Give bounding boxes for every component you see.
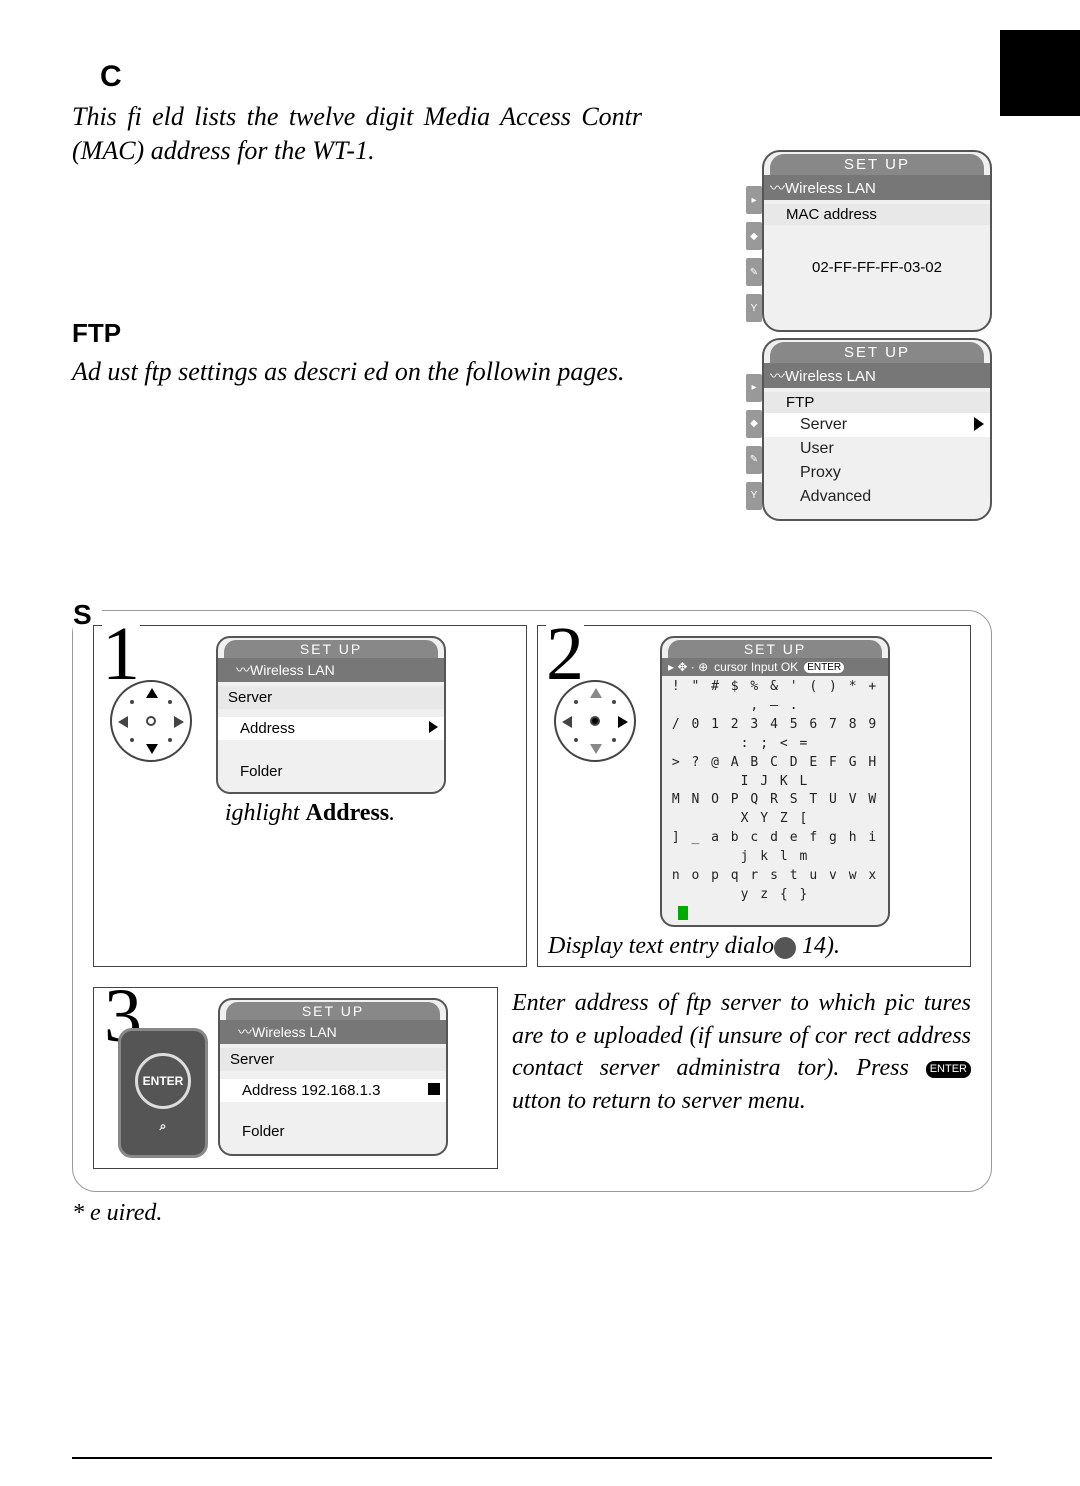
step-1-number: 1 [102, 616, 140, 692]
step1-row-address[interactable]: Address [218, 717, 444, 740]
step2-hints: ▸ ✥ · ⊕cursor Input OKENTER [662, 658, 888, 676]
side-icon-camera: ◆ [746, 222, 762, 250]
page-edge-tab [1000, 30, 1080, 116]
chevron-right-icon [428, 1083, 440, 1095]
ftp-item-proxy[interactable]: Proxy [764, 461, 990, 485]
step3-screen: SET UP 〰Wireless LAN Server Address 192.… [218, 998, 448, 1156]
chevron-right-icon [974, 417, 984, 431]
dpad-right-icon [554, 680, 636, 762]
side-icon-pencil: ✎ [746, 446, 762, 474]
ftp-item-user[interactable]: User [764, 437, 990, 461]
step1-title: SET UP [224, 640, 438, 658]
step3-section: Server [220, 1048, 446, 1071]
enter-inline-icon: ENTER [926, 1061, 971, 1078]
step3-title: SET UP [226, 1002, 440, 1020]
footnote: * e uired. [72, 1200, 992, 1227]
step2-char-grid[interactable]: ! " # $ % & ' ( ) * + , – . / 0 1 2 3 4 … [662, 676, 888, 925]
step3-text: Enter address of ftp server to which pic… [512, 987, 971, 1169]
side-icon-play: ▸ [746, 374, 762, 402]
step3-sub: 〰Wireless LAN [220, 1020, 446, 1044]
step-3: 3 ENTER ⌕ SET UP 〰Wireless LAN Server Ad… [93, 987, 498, 1169]
ftp-item-server[interactable]: Server [764, 413, 990, 437]
side-icon-wrench: Y [746, 482, 762, 510]
step1-screen: SET UP 〰Wireless LAN Server Address Fold… [216, 636, 446, 794]
step1-section: Server [218, 686, 444, 709]
chevron-right-icon [429, 721, 438, 733]
side-icon-camera: ◆ [746, 410, 762, 438]
mac-intro-text: This fi eld lists the twelve digit Media… [72, 100, 642, 168]
enter-button-illustration: ENTER ⌕ [118, 1028, 208, 1158]
ftp-screen-sub: 〰Wireless LAN [764, 363, 990, 388]
step-2: 2 SET UP ▸ ✥ · ⊕cursor Input OKENTER ! " [537, 625, 971, 967]
footer-rule [72, 1457, 992, 1459]
text-cursor [678, 906, 688, 920]
ftp-screen-title: SET UP [770, 342, 984, 363]
step2-title: SET UP [668, 640, 882, 658]
mac-screen-sub: 〰Wireless LAN [764, 175, 990, 200]
side-icon-play: ▸ [746, 186, 762, 214]
ftp-section-label: FTP [764, 392, 990, 413]
server-steps-box: S 1 SET UP 〰Wireless LAN [72, 610, 992, 1192]
dpad-up-down-icon [110, 680, 192, 762]
mac-screen-title: SET UP [770, 154, 984, 175]
page-content: C This fi eld lists the twelve digit Med… [72, 60, 992, 1459]
step3-row-folder[interactable]: Folder [220, 1120, 446, 1143]
step1-row-folder[interactable]: Folder [218, 760, 444, 783]
side-icon-pencil: ✎ [746, 258, 762, 286]
step3-row-address[interactable]: Address 192.168.1.3 [220, 1079, 446, 1102]
mac-row-label: MAC address [764, 204, 990, 225]
step-2-number: 2 [546, 616, 584, 692]
step2-screen: SET UP ▸ ✥ · ⊕cursor Input OKENTER ! " #… [660, 636, 890, 927]
ftp-item-advanced[interactable]: Advanced [764, 485, 990, 509]
page-ref-icon [774, 937, 796, 959]
mac-heading-c: C [72, 60, 123, 94]
ftp-intro-text: Ad ust ftp settings as descri ed on the … [72, 355, 642, 389]
step1-sub: 〰Wireless LAN [218, 658, 444, 682]
mac-value: 02-FF-FF-FF-03-02 [764, 253, 990, 282]
step-1: 1 SET UP 〰Wireless LAN Server [93, 625, 527, 967]
mac-camera-screen: ▸ ◆ ✎ Y SET UP 〰Wireless LAN MAC address… [762, 150, 1002, 332]
step1-caption: ighlight Address. [94, 794, 526, 833]
ftp-camera-screen: ▸ ◆ ✎ Y SET UP 〰Wireless LAN FTP Server … [762, 338, 1002, 521]
step2-caption: Display text entry dialo 14). [538, 927, 970, 966]
